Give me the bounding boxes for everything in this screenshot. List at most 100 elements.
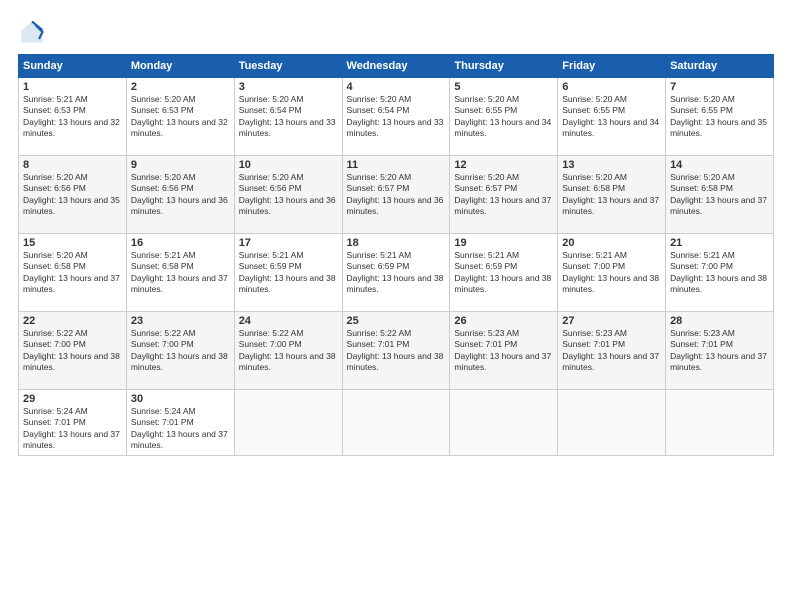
day-info: Sunrise: 5:20 AM Sunset: 6:56 PM Dayligh… xyxy=(23,172,122,218)
calendar-cell: 15 Sunrise: 5:20 AM Sunset: 6:58 PM Dayl… xyxy=(19,234,127,312)
calendar-cell: 5 Sunrise: 5:20 AM Sunset: 6:55 PM Dayli… xyxy=(450,78,558,156)
day-number: 15 xyxy=(23,237,122,249)
day-info: Sunrise: 5:21 AM Sunset: 7:00 PM Dayligh… xyxy=(562,250,661,296)
calendar-cell: 13 Sunrise: 5:20 AM Sunset: 6:58 PM Dayl… xyxy=(558,156,666,234)
day-number: 1 xyxy=(23,81,122,93)
day-info: Sunrise: 5:20 AM Sunset: 6:58 PM Dayligh… xyxy=(670,172,769,218)
day-info: Sunrise: 5:22 AM Sunset: 7:01 PM Dayligh… xyxy=(347,328,446,374)
calendar-cell: 12 Sunrise: 5:20 AM Sunset: 6:57 PM Dayl… xyxy=(450,156,558,234)
weekday-header: Tuesday xyxy=(234,55,342,78)
day-number: 2 xyxy=(131,81,230,93)
calendar-cell: 27 Sunrise: 5:23 AM Sunset: 7:01 PM Dayl… xyxy=(558,312,666,390)
day-info: Sunrise: 5:21 AM Sunset: 6:59 PM Dayligh… xyxy=(239,250,338,296)
calendar-cell: 9 Sunrise: 5:20 AM Sunset: 6:56 PM Dayli… xyxy=(126,156,234,234)
day-number: 24 xyxy=(239,315,338,327)
calendar-cell: 20 Sunrise: 5:21 AM Sunset: 7:00 PM Dayl… xyxy=(558,234,666,312)
weekday-header: Sunday xyxy=(19,55,127,78)
day-info: Sunrise: 5:22 AM Sunset: 7:00 PM Dayligh… xyxy=(239,328,338,374)
calendar-cell xyxy=(234,390,342,456)
day-info: Sunrise: 5:20 AM Sunset: 6:53 PM Dayligh… xyxy=(131,94,230,140)
calendar-cell: 11 Sunrise: 5:20 AM Sunset: 6:57 PM Dayl… xyxy=(342,156,450,234)
calendar-cell xyxy=(558,390,666,456)
day-number: 23 xyxy=(131,315,230,327)
day-info: Sunrise: 5:21 AM Sunset: 6:59 PM Dayligh… xyxy=(347,250,446,296)
day-info: Sunrise: 5:20 AM Sunset: 6:54 PM Dayligh… xyxy=(347,94,446,140)
calendar-cell: 21 Sunrise: 5:21 AM Sunset: 7:00 PM Dayl… xyxy=(666,234,774,312)
weekday-header: Thursday xyxy=(450,55,558,78)
day-info: Sunrise: 5:20 AM Sunset: 6:55 PM Dayligh… xyxy=(670,94,769,140)
day-number: 18 xyxy=(347,237,446,249)
day-number: 13 xyxy=(562,159,661,171)
day-number: 14 xyxy=(670,159,769,171)
calendar-week-row: 1 Sunrise: 5:21 AM Sunset: 6:53 PM Dayli… xyxy=(19,78,774,156)
day-info: Sunrise: 5:20 AM Sunset: 6:58 PM Dayligh… xyxy=(562,172,661,218)
weekday-header: Monday xyxy=(126,55,234,78)
day-info: Sunrise: 5:20 AM Sunset: 6:58 PM Dayligh… xyxy=(23,250,122,296)
day-info: Sunrise: 5:20 AM Sunset: 6:55 PM Dayligh… xyxy=(454,94,553,140)
calendar-cell: 1 Sunrise: 5:21 AM Sunset: 6:53 PM Dayli… xyxy=(19,78,127,156)
calendar-cell: 29 Sunrise: 5:24 AM Sunset: 7:01 PM Dayl… xyxy=(19,390,127,456)
calendar-cell: 16 Sunrise: 5:21 AM Sunset: 6:58 PM Dayl… xyxy=(126,234,234,312)
calendar-week-row: 29 Sunrise: 5:24 AM Sunset: 7:01 PM Dayl… xyxy=(19,390,774,456)
day-info: Sunrise: 5:20 AM Sunset: 6:56 PM Dayligh… xyxy=(239,172,338,218)
day-number: 28 xyxy=(670,315,769,327)
calendar-cell xyxy=(666,390,774,456)
day-number: 12 xyxy=(454,159,553,171)
day-number: 3 xyxy=(239,81,338,93)
day-number: 27 xyxy=(562,315,661,327)
calendar-cell: 14 Sunrise: 5:20 AM Sunset: 6:58 PM Dayl… xyxy=(666,156,774,234)
weekday-header: Wednesday xyxy=(342,55,450,78)
calendar-cell: 23 Sunrise: 5:22 AM Sunset: 7:00 PM Dayl… xyxy=(126,312,234,390)
calendar-cell: 2 Sunrise: 5:20 AM Sunset: 6:53 PM Dayli… xyxy=(126,78,234,156)
day-info: Sunrise: 5:20 AM Sunset: 6:57 PM Dayligh… xyxy=(347,172,446,218)
day-info: Sunrise: 5:20 AM Sunset: 6:56 PM Dayligh… xyxy=(131,172,230,218)
day-number: 11 xyxy=(347,159,446,171)
calendar-cell: 22 Sunrise: 5:22 AM Sunset: 7:00 PM Dayl… xyxy=(19,312,127,390)
day-number: 5 xyxy=(454,81,553,93)
day-number: 9 xyxy=(131,159,230,171)
day-info: Sunrise: 5:22 AM Sunset: 7:00 PM Dayligh… xyxy=(131,328,230,374)
weekday-header: Saturday xyxy=(666,55,774,78)
calendar-week-row: 15 Sunrise: 5:20 AM Sunset: 6:58 PM Dayl… xyxy=(19,234,774,312)
day-info: Sunrise: 5:21 AM Sunset: 6:53 PM Dayligh… xyxy=(23,94,122,140)
day-number: 16 xyxy=(131,237,230,249)
calendar-cell: 28 Sunrise: 5:23 AM Sunset: 7:01 PM Dayl… xyxy=(666,312,774,390)
day-number: 17 xyxy=(239,237,338,249)
calendar-week-row: 22 Sunrise: 5:22 AM Sunset: 7:00 PM Dayl… xyxy=(19,312,774,390)
day-number: 22 xyxy=(23,315,122,327)
weekday-header: Friday xyxy=(558,55,666,78)
calendar-cell: 7 Sunrise: 5:20 AM Sunset: 6:55 PM Dayli… xyxy=(666,78,774,156)
day-number: 6 xyxy=(562,81,661,93)
day-info: Sunrise: 5:21 AM Sunset: 6:58 PM Dayligh… xyxy=(131,250,230,296)
calendar-cell: 19 Sunrise: 5:21 AM Sunset: 6:59 PM Dayl… xyxy=(450,234,558,312)
calendar-cell: 24 Sunrise: 5:22 AM Sunset: 7:00 PM Dayl… xyxy=(234,312,342,390)
day-info: Sunrise: 5:23 AM Sunset: 7:01 PM Dayligh… xyxy=(454,328,553,374)
calendar-cell: 30 Sunrise: 5:24 AM Sunset: 7:01 PM Dayl… xyxy=(126,390,234,456)
calendar-week-row: 8 Sunrise: 5:20 AM Sunset: 6:56 PM Dayli… xyxy=(19,156,774,234)
day-info: Sunrise: 5:20 AM Sunset: 6:55 PM Dayligh… xyxy=(562,94,661,140)
calendar-cell: 4 Sunrise: 5:20 AM Sunset: 6:54 PM Dayli… xyxy=(342,78,450,156)
day-info: Sunrise: 5:21 AM Sunset: 7:00 PM Dayligh… xyxy=(670,250,769,296)
day-number: 25 xyxy=(347,315,446,327)
day-number: 26 xyxy=(454,315,553,327)
calendar-cell: 18 Sunrise: 5:21 AM Sunset: 6:59 PM Dayl… xyxy=(342,234,450,312)
day-info: Sunrise: 5:23 AM Sunset: 7:01 PM Dayligh… xyxy=(670,328,769,374)
day-info: Sunrise: 5:21 AM Sunset: 6:59 PM Dayligh… xyxy=(454,250,553,296)
calendar-cell: 17 Sunrise: 5:21 AM Sunset: 6:59 PM Dayl… xyxy=(234,234,342,312)
day-number: 30 xyxy=(131,393,230,405)
calendar-cell: 8 Sunrise: 5:20 AM Sunset: 6:56 PM Dayli… xyxy=(19,156,127,234)
day-info: Sunrise: 5:24 AM Sunset: 7:01 PM Dayligh… xyxy=(131,406,230,452)
day-info: Sunrise: 5:22 AM Sunset: 7:00 PM Dayligh… xyxy=(23,328,122,374)
logo-icon xyxy=(18,18,46,46)
calendar-cell xyxy=(450,390,558,456)
calendar-cell xyxy=(342,390,450,456)
day-number: 8 xyxy=(23,159,122,171)
day-number: 4 xyxy=(347,81,446,93)
calendar-cell: 3 Sunrise: 5:20 AM Sunset: 6:54 PM Dayli… xyxy=(234,78,342,156)
day-info: Sunrise: 5:24 AM Sunset: 7:01 PM Dayligh… xyxy=(23,406,122,452)
day-number: 10 xyxy=(239,159,338,171)
day-number: 20 xyxy=(562,237,661,249)
day-info: Sunrise: 5:23 AM Sunset: 7:01 PM Dayligh… xyxy=(562,328,661,374)
day-info: Sunrise: 5:20 AM Sunset: 6:57 PM Dayligh… xyxy=(454,172,553,218)
calendar-cell: 25 Sunrise: 5:22 AM Sunset: 7:01 PM Dayl… xyxy=(342,312,450,390)
